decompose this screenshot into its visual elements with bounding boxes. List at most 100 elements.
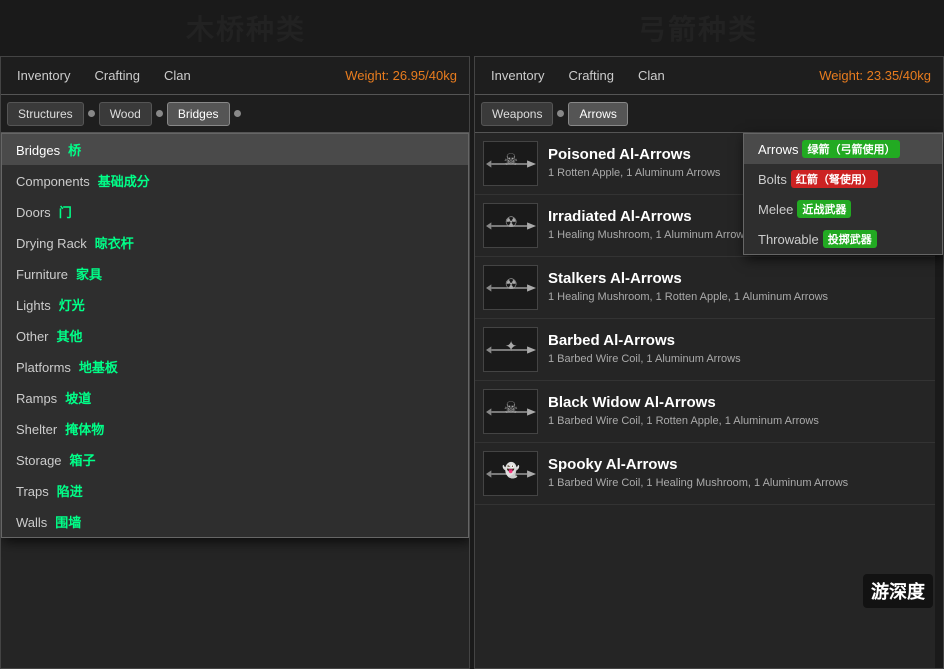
right-weight: Weight: 23.35/40kg (819, 68, 939, 83)
left-dropdown-item[interactable]: Platforms 地基板 (2, 351, 468, 382)
right-title: 弓箭种类 (638, 8, 758, 48)
dropdown-annotation: 掩体物 (65, 422, 104, 437)
arrows-dropdown-label: Arrows (758, 142, 798, 157)
left-tab-crafting[interactable]: Crafting (82, 62, 152, 89)
arrows-dropdown-item[interactable]: Arrows 绿箭（弓箭使用） (744, 134, 942, 164)
dropdown-annotation: 其他 (57, 329, 83, 344)
right-item-mats: 1 Barbed Wire Coil, 1 Healing Mushroom, … (548, 476, 935, 490)
dropdown-annotation: 灯光 (59, 298, 85, 313)
titles-row: 木桥种类 弓箭种类 (0, 0, 944, 56)
right-item-mats: 1 Barbed Wire Coil, 1 Rotten Apple, 1 Al… (548, 414, 935, 428)
arrow-icon: ☠ (483, 389, 538, 434)
left-dropdown-item[interactable]: Shelter 掩体物 (2, 413, 468, 444)
dropdown-item-label: Other (16, 329, 49, 344)
left-dropdown-item[interactable]: Doors 门 (2, 196, 468, 227)
right-item-row[interactable]: ☢ Stalkers Al-Arrows 1 Healing Mushroom, … (475, 257, 943, 319)
left-dropdown-item[interactable]: Bridges桥 (2, 134, 468, 165)
arrows-dropdown-item[interactable]: Throwable 投掷武器 (744, 224, 942, 254)
arrows-dropdown: Arrows 绿箭（弓箭使用） Bolts 红箭（弩使用） Melee 近战武器 Throw… (743, 133, 943, 255)
left-weight: Weight: 26.95/40kg (345, 68, 465, 83)
arrows-dropdown-item[interactable]: Bolts 红箭（弩使用） (744, 164, 942, 194)
weapons-filter[interactable]: Weapons (481, 102, 553, 126)
right-panel: Inventory Crafting Clan Weight: 23.35/40… (474, 56, 944, 669)
dropdown-annotation: 箱子 (70, 453, 96, 468)
left-panel: Inventory Crafting Clan Weight: 26.95/40… (0, 56, 470, 669)
right-item-info: Spooky Al-Arrows 1 Barbed Wire Coil, 1 He… (548, 456, 935, 490)
left-dropdown-item[interactable]: Traps陷进 (2, 475, 468, 506)
right-item-row[interactable]: ✦ Barbed Al-Arrows 1 Barbed Wire Coil, 1 … (475, 319, 943, 381)
dropdown-annotation: 门 (59, 205, 72, 220)
right-filter-dot-1 (557, 110, 564, 117)
dropdown-annotation: 桥 (68, 143, 81, 158)
dropdown-item-label: Doors (16, 205, 51, 220)
svg-text:☢: ☢ (504, 214, 517, 230)
right-item-row[interactable]: 👻 Spooky Al-Arrows 1 Barbed Wire Coil, 1 … (475, 443, 943, 505)
arrow-icon: ✦ (483, 327, 538, 372)
right-tab-inventory[interactable]: Inventory (479, 62, 556, 89)
dropdown-item-label: Lights (16, 298, 51, 313)
left-dropdown-item[interactable]: Other 其他 (2, 320, 468, 351)
svg-text:👻: 👻 (502, 460, 520, 478)
right-filter-bar: Weapons Arrows Arrows绿箭（弓箭使用）Bolts红箭（弩使用… (475, 95, 943, 133)
left-dropdown-item[interactable]: Components基础成分 (2, 165, 468, 196)
wood-filter[interactable]: Wood (99, 102, 152, 126)
right-item-info: Stalkers Al-Arrows 1 Healing Mushroom, 1 … (548, 270, 935, 304)
left-dropdown-item[interactable]: Furniture 家具 (2, 258, 468, 289)
right-item-name: Stalkers Al-Arrows (548, 270, 935, 287)
left-tab-clan[interactable]: Clan (152, 62, 203, 89)
dropdown-item-label: Storage (16, 453, 62, 468)
arrows-badge: 近战武器 (797, 200, 851, 218)
right-item-row[interactable]: ☠ Black Widow Al-Arrows 1 Barbed Wire Coi… (475, 381, 943, 443)
dropdown-item-label: Ramps (16, 391, 57, 406)
dropdown-annotation: 围墙 (55, 515, 81, 530)
right-tab-clan[interactable]: Clan (626, 62, 677, 89)
dropdown-annotation: 晾衣杆 (95, 236, 134, 251)
left-filter-bar: Structures Wood Bridges (1, 95, 469, 133)
dropdown-item-label: Platforms (16, 360, 71, 375)
right-item-mats: 1 Barbed Wire Coil, 1 Aluminum Arrows (548, 352, 935, 366)
dropdown-item-label: Drying Rack (16, 236, 87, 251)
left-dropdown-item[interactable]: Storage 箱子 (2, 444, 468, 475)
arrows-badge: 红箭（弩使用） (791, 170, 878, 188)
dropdown-item-label: Walls (16, 515, 47, 530)
arrow-icon: ☢ (483, 203, 538, 248)
left-tab-inventory[interactable]: Inventory (5, 62, 82, 89)
right-tab-crafting[interactable]: Crafting (556, 62, 626, 89)
dropdown-annotation: 基础成分 (98, 174, 150, 189)
panels-row: Inventory Crafting Clan Weight: 26.95/40… (0, 56, 944, 669)
dropdown-annotation: 家具 (76, 267, 102, 282)
dropdown-item-label: Shelter (16, 422, 57, 437)
left-dropdown-menu: Bridges桥Components基础成分 Doors 门 Drying Rack 晾… (1, 133, 469, 538)
filter-dot-3 (234, 110, 241, 117)
svg-text:✦: ✦ (505, 338, 517, 354)
arrows-filter[interactable]: Arrows (568, 102, 627, 126)
bridges-filter[interactable]: Bridges (167, 102, 230, 126)
right-item-name: Black Widow Al-Arrows (548, 394, 935, 411)
right-item-name: Barbed Al-Arrows (548, 332, 935, 349)
left-dropdown-item[interactable]: Walls 围墙 (2, 506, 468, 537)
right-item-mats: 1 Healing Mushroom, 1 Rotten Apple, 1 Al… (548, 290, 935, 304)
arrows-dropdown-item[interactable]: Melee 近战武器 (744, 194, 942, 224)
svg-text:☠: ☠ (503, 150, 517, 168)
structures-filter[interactable]: Structures (7, 102, 84, 126)
arrows-dropdown-label: Throwable (758, 232, 819, 247)
dropdown-annotation: 地基板 (79, 360, 118, 375)
arrows-badge: 投掷武器 (823, 230, 877, 248)
arrows-badge: 绿箭（弓箭使用） (802, 140, 900, 158)
left-title: 木桥种类 (186, 8, 306, 48)
arrow-icon: ☠ (483, 141, 538, 186)
svg-text:☠: ☠ (503, 398, 517, 416)
dropdown-annotation: 陷进 (57, 484, 83, 499)
left-dropdown-item[interactable]: Lights 灯光 (2, 289, 468, 320)
right-item-info: Black Widow Al-Arrows 1 Barbed Wire Coil,… (548, 394, 935, 428)
arrow-icon: ☢ (483, 265, 538, 310)
filter-dot-1 (88, 110, 95, 117)
right-item-name: Spooky Al-Arrows (548, 456, 935, 473)
arrow-icon: 👻 (483, 451, 538, 496)
right-item-info: Barbed Al-Arrows 1 Barbed Wire Coil, 1 Al… (548, 332, 935, 366)
left-dropdown-item[interactable]: Drying Rack 晾衣杆 (2, 227, 468, 258)
left-dropdown-item[interactable]: Ramps坡道 (2, 382, 468, 413)
arrows-dropdown-label: Bolts (758, 172, 787, 187)
dropdown-item-label: Furniture (16, 267, 68, 282)
arrows-dropdown-label: Melee (758, 202, 793, 217)
